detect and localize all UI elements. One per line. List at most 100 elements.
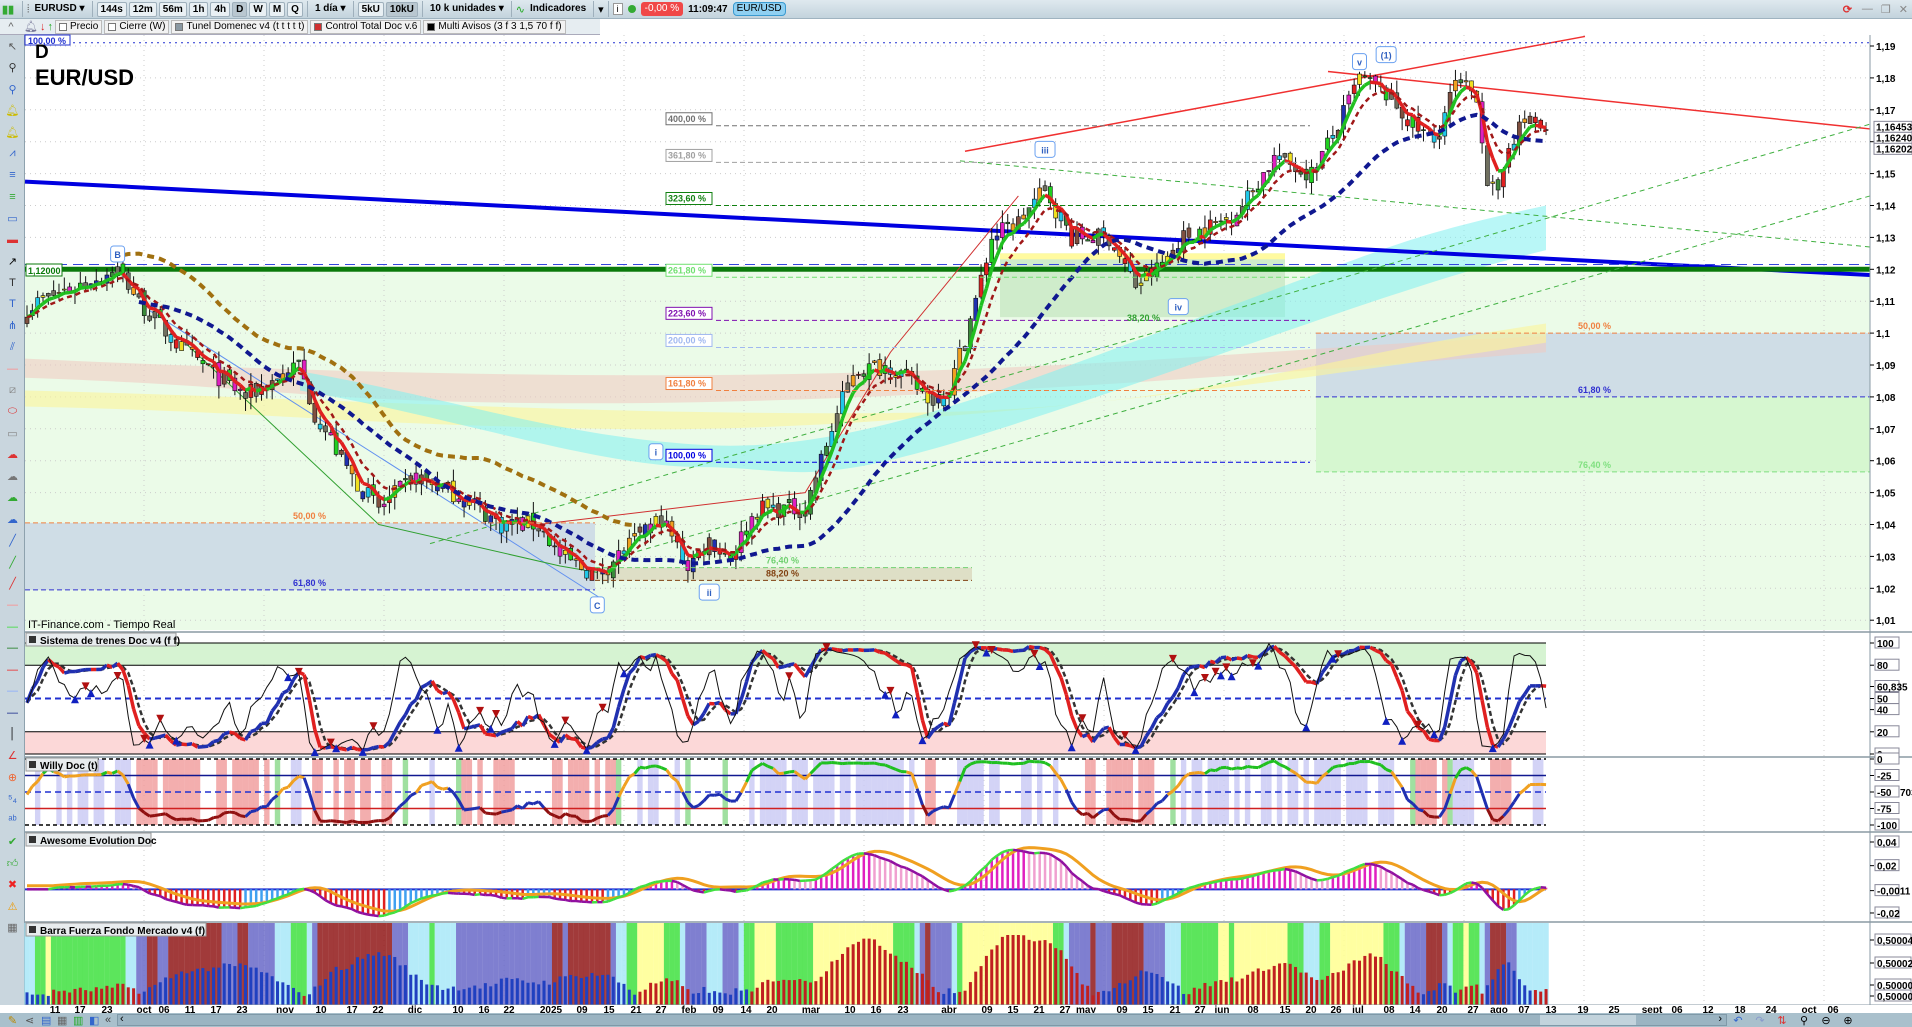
zoom-out-icon[interactable]: ⊖ [1815,1014,1837,1027]
share-icon[interactable]: ⋖ [25,1014,41,1027]
willy-line [442,786,449,791]
sell-signal-icon [492,710,501,719]
draw-icon[interactable]: ✎ [0,1014,25,1027]
barra-bar [1539,991,1543,1005]
awesome-line [170,899,177,904]
barra-bar [1528,990,1532,1005]
candle-body [1330,134,1336,139]
windows-icon[interactable]: ◧ [89,1014,105,1027]
awesome-line [378,914,385,918]
willy-line [1475,776,1484,794]
barra-bar [297,992,301,1005]
barra-bar [1123,983,1127,1005]
awesome-line [1210,880,1216,885]
willy-line [1039,760,1046,765]
date-tick: 20 [1305,1005,1317,1013]
trenes-panel-title: Sistema de trenes Doc v4 (f f) [40,636,180,647]
fast-ma-segment [47,296,55,302]
trenes-line [1124,742,1131,748]
barra-bar [1496,969,1500,1005]
willy-line [660,766,668,772]
axis-tick: 0,50004 [1877,936,1912,947]
barra-bar [569,974,573,1005]
awesome-line [1375,863,1382,868]
trenes-line [1294,665,1303,676]
awesome-line [373,914,379,918]
barra-bar [174,974,178,1005]
chart-canvas[interactable]: 400,00 % 361,80 % 323,60 % 261,80 % 223,60 %… [0,0,1912,1013]
barra-bar [1342,970,1346,1005]
barra-bar [1523,985,1527,1005]
fast-ma-segment [1369,80,1376,85]
autofit-icon[interactable]: ⇅ [1771,1014,1793,1027]
candle-body [1463,80,1469,83]
awesome-line [703,889,710,894]
barra-bar [73,988,77,1005]
barra-bar [1059,950,1063,1005]
candle-body [51,290,56,296]
awesome-line [421,895,428,900]
willy-line [702,793,711,802]
barra-bar [649,982,653,1005]
date-tick: 09 [576,1005,588,1013]
barra-bar [403,965,407,1005]
willy-line [1236,766,1243,770]
candle-body [339,449,344,455]
fast-ma-segment [879,367,886,374]
awesome-line [735,889,742,894]
zoom-in-icon[interactable]: ⊕ [1837,1014,1859,1027]
fast-ma-segment [383,496,390,502]
barra-bar [515,978,519,1005]
barra-bar [803,980,807,1005]
willy-line [282,785,289,791]
scroll-left-double-icon[interactable]: « [105,1014,117,1026]
trenes-line [373,744,380,750]
willy-line [341,820,347,825]
barra-bar [910,967,914,1005]
barra-bar [196,968,200,1005]
horizontal-scrollbar[interactable]: ‹ › [117,1013,1727,1026]
barra-bar [579,978,583,1005]
barra-bar [499,978,503,1005]
awesome-line [1114,892,1120,897]
candle-body [1533,116,1538,123]
barra-bar [377,952,381,1005]
elliott-wave-label: B [114,250,121,260]
scrollbar-thumb[interactable] [1540,1015,1636,1025]
candle-body [365,487,371,498]
barra-bar [345,968,349,1005]
awesome-line [1135,901,1142,906]
redo-icon[interactable]: ↷ [1749,1014,1771,1027]
overbought-zone [25,643,1546,666]
price-tick: 1,13 [1876,233,1896,244]
axis-tick: -100 [1877,821,1897,832]
date-tick: 11 [50,1005,61,1013]
willy-line [1097,808,1105,815]
willy-line [1428,814,1435,819]
axis-tick: 100 [1877,639,1894,650]
scroll-right-icon[interactable]: › [1718,1013,1722,1025]
barra-bar [1389,971,1393,1005]
awesome-line [112,883,118,887]
barra-bar [670,981,674,1005]
willy-line [622,776,631,788]
chat-icon[interactable]: ▤ [41,1014,57,1027]
barra-bar [883,949,887,1005]
barra-bar [158,982,162,1005]
axis-tick: 20 [1877,728,1889,739]
table-icon[interactable]: ▥ [73,1014,89,1027]
fast-ma-segment [1535,123,1542,129]
awesome-line [335,904,342,908]
axis-tick: 0,50002 [1877,959,1912,970]
fast-ma-segment [1375,81,1382,86]
report-icon[interactable]: ▦ [57,1014,73,1027]
trenes-line [346,745,353,752]
candle-body [1266,170,1272,173]
undo-icon[interactable]: ↶ [1727,1014,1749,1027]
barra-bar [766,979,770,1005]
barra-bar [1512,970,1516,1005]
scroll-left-icon[interactable]: ‹ [120,1013,124,1025]
date-tick: 14 [1409,1005,1421,1013]
zoom-vertical-icon[interactable]: ⚲ [1793,1014,1815,1027]
trenes-line [229,730,236,736]
